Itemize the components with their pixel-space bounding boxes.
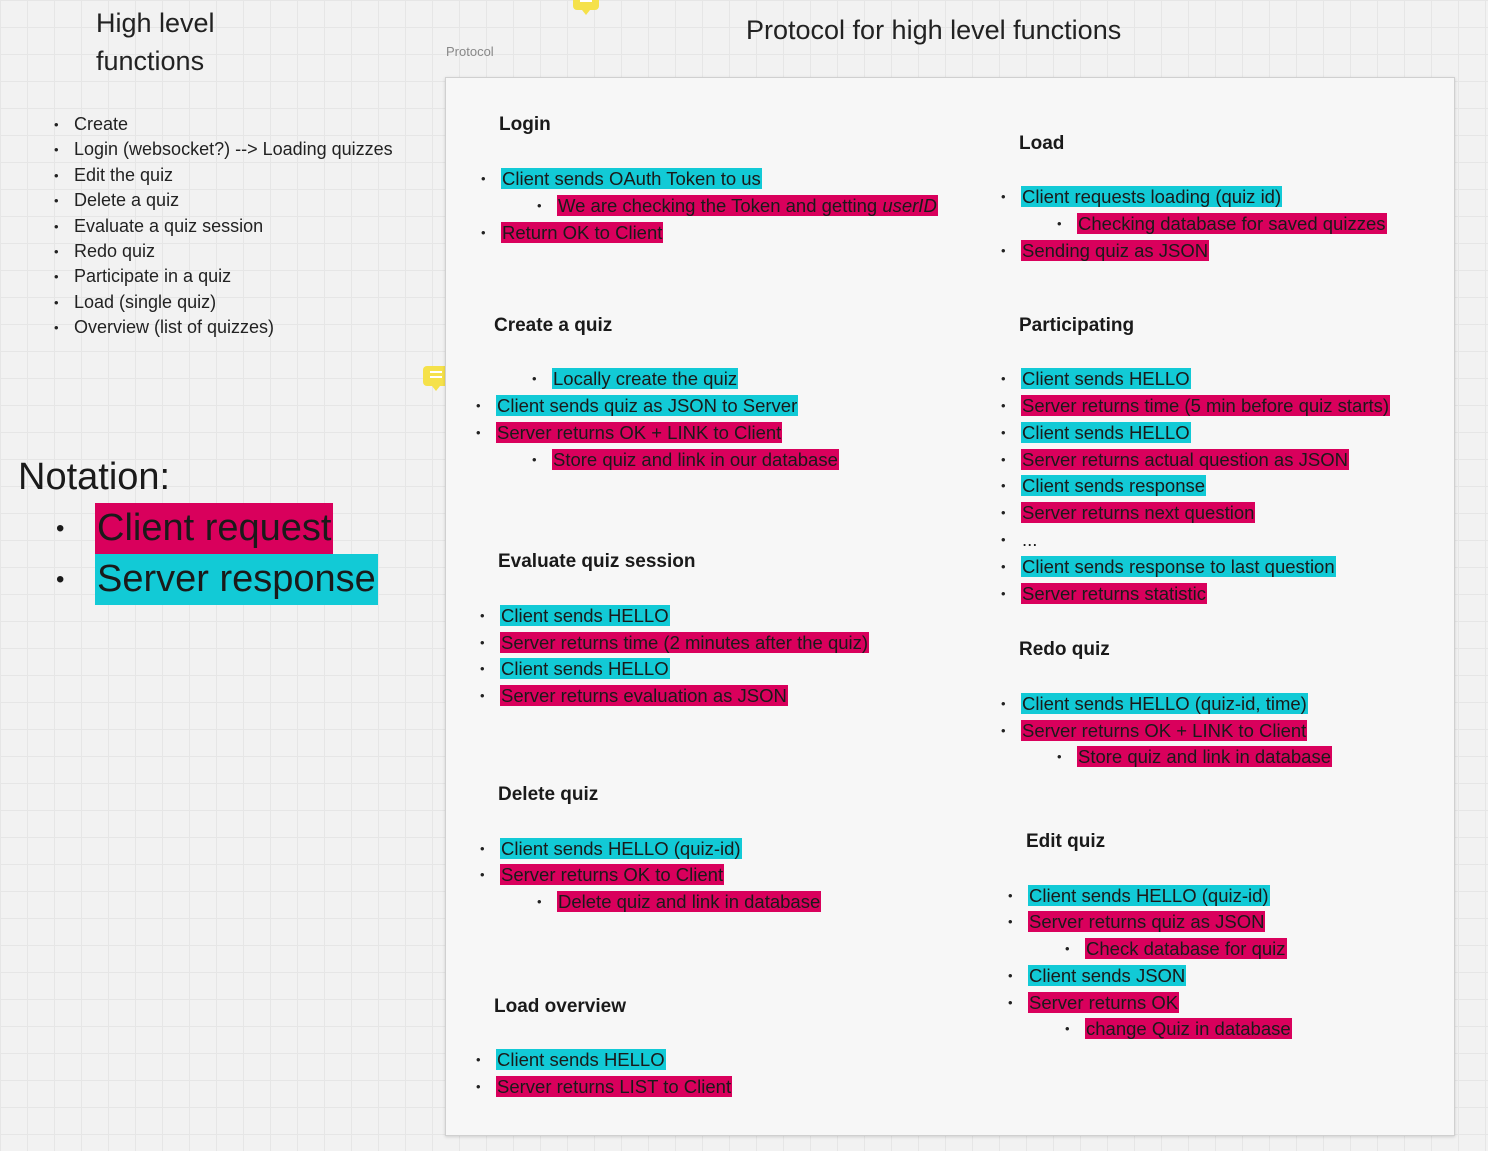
protocol-line: • Client sends HELLO (quiz-id, time) — [1001, 693, 1308, 714]
protocol-line: • Server returns LIST to Client — [476, 1076, 733, 1097]
high-level-list: Create Login (websocket?) --> Loading qu… — [54, 112, 393, 341]
protocol-line: • We are checking the Token and getting u… — [537, 195, 938, 216]
protocol-line: • Server returns OK + LINK to Client — [1001, 720, 1308, 741]
notation-title: Notation: — [18, 456, 171, 498]
section-title-edit: Edit quiz — [1026, 831, 1106, 852]
protocol-line: • Client requests loading (quiz id) — [1001, 186, 1283, 207]
protocol-line: • Server returns time (5 min before quiz … — [1001, 395, 1391, 416]
list-item: Edit the quiz — [54, 163, 393, 189]
protocol-line: • Client sends HELLO — [480, 658, 670, 679]
list-item: Delete a quiz — [54, 188, 393, 214]
protocol-line: • Client sends HELLO — [1001, 368, 1191, 389]
protocol-line: • Store quiz and link in our database — [532, 449, 839, 470]
protocol-line: • Client sends JSON — [1008, 965, 1187, 986]
protocol-line: • Server returns OK — [1008, 992, 1180, 1013]
comment-note-icon[interactable] — [573, 0, 599, 15]
protocol-line: •... — [1001, 529, 1038, 550]
protocol-line: • Client sends HELLO — [476, 1049, 666, 1070]
section-title-create: Create a quiz — [494, 315, 613, 336]
section-title-login: Login — [499, 114, 551, 135]
high-level-title: High level functions — [96, 8, 215, 76]
protocol-line: • Client sends response to last question — [1001, 556, 1336, 577]
protocol-line: • Client sends response — [1001, 475, 1207, 496]
protocol-line: • change Quiz in database — [1065, 1018, 1292, 1039]
section-title-overview: Load overview — [494, 996, 626, 1017]
protocol-line: • Server returns quiz as JSON — [1008, 911, 1266, 932]
protocol-line: • Check database for quiz — [1065, 938, 1287, 959]
list-item: Create — [54, 112, 393, 138]
section-title-evaluate: Evaluate quiz session — [498, 551, 696, 572]
protocol-line: • Return OK to Client — [481, 222, 664, 243]
protocol-line: • Client sends OAuth Token to us — [481, 168, 762, 189]
protocol-line: • Server returns statistic — [1001, 583, 1208, 604]
protocol-line: • Delete quiz and link in database — [537, 891, 822, 912]
section-title-participating: Participating — [1019, 315, 1135, 336]
section-title-delete: Delete quiz — [498, 784, 599, 805]
protocol-line: • Checking database for saved quizzes — [1057, 213, 1387, 234]
protocol-line: • Server returns evaluation as JSON — [480, 685, 788, 706]
protocol-line: • Server returns OK + LINK to Client — [476, 422, 783, 443]
protocol-line: • Server returns time (2 minutes after th… — [480, 632, 870, 653]
list-item: Load (single quiz) — [54, 290, 393, 316]
section-title-load: Load — [1019, 133, 1065, 154]
bullet: • — [56, 566, 65, 593]
protocol-title: Protocol for high level functions — [746, 15, 1122, 45]
list-item: Redo quiz — [54, 239, 393, 265]
protocol-line: • Sending quiz as JSON — [1001, 240, 1210, 261]
list-item: Overview (list of quizzes) — [54, 315, 393, 341]
protocol-line: • Server returns actual question as JSON — [1001, 449, 1349, 470]
protocol-line: • Server returns next question — [1001, 502, 1256, 523]
protocol-line: • Client sends HELLO — [1001, 422, 1191, 443]
server-response-chip: Server response — [95, 554, 378, 605]
protocol-line: • Client sends HELLO (quiz-id) — [480, 838, 742, 859]
protocol-line: • Store quiz and link in database — [1057, 746, 1333, 767]
section-title-redo: Redo quiz — [1019, 639, 1110, 660]
list-item: Evaluate a quiz session — [54, 214, 393, 240]
protocol-line: • Client sends quiz as JSON to Server — [476, 395, 799, 416]
frame-label: Protocol — [446, 44, 494, 59]
protocol-line: • Locally create the quiz — [532, 368, 739, 389]
protocol-line: • Server returns OK to Client — [480, 864, 725, 885]
client-request-chip: Client request — [95, 503, 334, 554]
list-item: Participate in a quiz — [54, 264, 393, 290]
protocol-line: • Client sends HELLO (quiz-id) — [1008, 885, 1270, 906]
list-item: Login (websocket?) --> Loading quizzes — [54, 137, 393, 163]
protocol-line: • Client sends HELLO — [480, 605, 670, 626]
bullet: • — [56, 515, 65, 542]
